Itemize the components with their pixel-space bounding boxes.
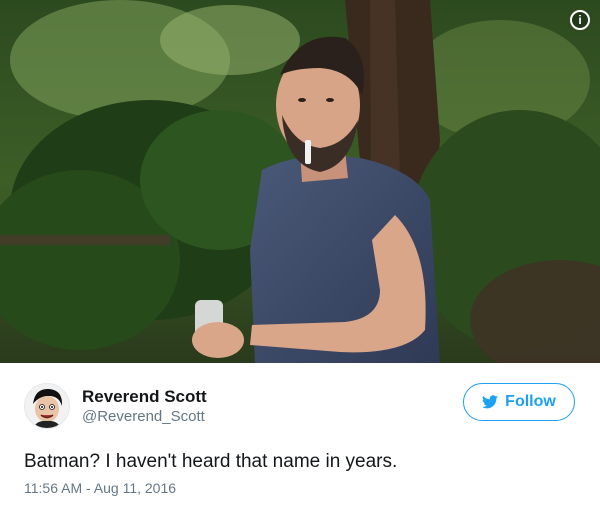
- cartoon-avatar-icon: [25, 384, 69, 428]
- embedded-tweet-card: i Reverend Scott @Reverend_Scott Follow …: [0, 0, 600, 508]
- author-names: Reverend Scott @Reverend_Scott: [82, 386, 207, 427]
- info-icon[interactable]: i: [570, 10, 590, 30]
- tweet-photo[interactable]: i: [0, 0, 600, 363]
- follow-button-label: Follow: [505, 393, 556, 410]
- photo-illustration: [0, 0, 600, 363]
- author-handle[interactable]: @Reverend_Scott: [82, 407, 207, 427]
- tweet-text: Batman? I haven't heard that name in yea…: [24, 451, 398, 472]
- follow-button[interactable]: Follow: [463, 383, 575, 421]
- author-display-name[interactable]: Reverend Scott: [82, 386, 207, 407]
- tweet-author: Reverend Scott @Reverend_Scott: [24, 382, 207, 430]
- avatar[interactable]: [24, 383, 70, 429]
- tweet-timestamp[interactable]: 11:56 AM - Aug 11, 2016: [24, 479, 176, 497]
- bird-icon: [482, 395, 499, 409]
